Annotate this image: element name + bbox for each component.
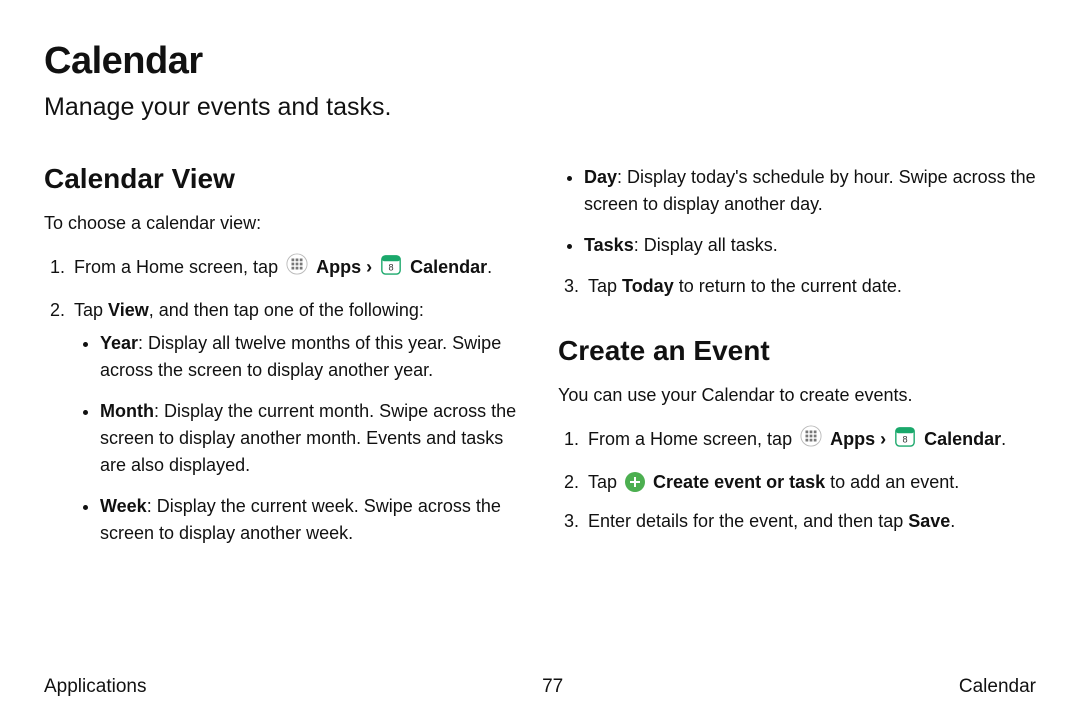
list-item: Tap View, and then tap one of the follow…: [70, 297, 522, 547]
option-text: : Display the current week. Swipe across…: [100, 496, 501, 543]
list-item: Year: Display all twelve months of this …: [100, 330, 522, 384]
calendar-icon: 8: [894, 423, 916, 457]
text: , and then tap one of the following:: [149, 300, 424, 320]
calendar-view-steps-continued: Tap Today to return to the current date.: [558, 273, 1036, 300]
svg-text:8: 8: [389, 262, 394, 272]
calendar-icon: 8: [380, 251, 402, 285]
text: From a Home screen, tap: [74, 257, 283, 277]
view-options-list: Year: Display all twelve months of this …: [74, 330, 522, 547]
create-event-intro: You can use your Calendar to create even…: [558, 382, 1036, 409]
section-heading-create-event: Create an Event: [558, 330, 1036, 372]
calendar-view-steps: From a Home screen, tap Apps › 8 Calenda…: [44, 251, 522, 547]
option-text: : Display all tasks.: [634, 235, 778, 255]
text: From a Home screen, tap: [588, 429, 797, 449]
apps-icon: [286, 253, 308, 283]
section-heading-calendar-view: Calendar View: [44, 158, 522, 200]
page-footer: Applications 77 Calendar: [0, 676, 1080, 698]
list-item: From a Home screen, tap Apps › 8 Calenda…: [584, 423, 1036, 457]
plus-icon: [625, 472, 645, 492]
text: .: [1001, 429, 1006, 449]
page-subtitle: Manage your events and tasks.: [44, 93, 1036, 122]
option-text: : Display today's schedule by hour. Swip…: [584, 167, 1036, 214]
text: to return to the current date.: [674, 276, 902, 296]
text: Tap: [588, 472, 622, 492]
apps-icon: [800, 425, 822, 455]
text: .: [487, 257, 492, 277]
footer-left: Applications: [44, 676, 146, 698]
svg-text:8: 8: [903, 434, 908, 444]
list-item: Month: Display the current month. Swipe …: [100, 398, 522, 479]
footer-right: Calendar: [959, 676, 1036, 698]
create-event-label: Create event or task: [653, 472, 825, 492]
calendar-label: Calendar: [924, 429, 1001, 449]
list-item: From a Home screen, tap Apps › 8 Calenda…: [70, 251, 522, 285]
calendar-label: Calendar: [410, 257, 487, 277]
text: Tap: [74, 300, 108, 320]
option-text: : Display the current month. Swipe acros…: [100, 401, 516, 475]
option-label: Month: [100, 401, 154, 421]
footer-page-number: 77: [542, 676, 563, 698]
list-item: Tap Today to return to the current date.: [584, 273, 1036, 300]
option-label: Tasks: [584, 235, 634, 255]
list-item: Tap Create event or task to add an event…: [584, 469, 1036, 496]
page-title: Calendar: [44, 40, 1036, 83]
option-label: Week: [100, 496, 147, 516]
today-label: Today: [622, 276, 674, 296]
text: .: [950, 511, 955, 531]
list-item: Week: Display the current week. Swipe ac…: [100, 493, 522, 547]
text: to add an event.: [830, 472, 959, 492]
breadcrumb-caret: ›: [880, 429, 886, 449]
right-column: Day: Display today's schedule by hour. S…: [558, 158, 1036, 561]
list-item: Tasks: Display all tasks.: [584, 232, 1036, 259]
save-label: Save: [908, 511, 950, 531]
calendar-view-intro: To choose a calendar view:: [44, 210, 522, 237]
view-options-list-continued: Day: Display today's schedule by hour. S…: [558, 164, 1036, 259]
list-item: Enter details for the event, and then ta…: [584, 508, 1036, 535]
create-event-steps: From a Home screen, tap Apps › 8 Calenda…: [558, 423, 1036, 535]
view-label: View: [108, 300, 149, 320]
option-text: : Display all twelve months of this year…: [100, 333, 501, 380]
left-column: Calendar View To choose a calendar view:…: [44, 158, 522, 561]
text: Tap: [588, 276, 622, 296]
text: Enter details for the event, and then ta…: [588, 511, 908, 531]
breadcrumb-caret: ›: [366, 257, 372, 277]
list-item: Day: Display today's schedule by hour. S…: [584, 164, 1036, 218]
option-label: Day: [584, 167, 617, 187]
manual-page: Calendar Manage your events and tasks. C…: [0, 0, 1080, 720]
apps-label: Apps: [830, 429, 875, 449]
apps-label: Apps: [316, 257, 361, 277]
option-label: Year: [100, 333, 138, 353]
content-columns: Calendar View To choose a calendar view:…: [44, 158, 1036, 561]
